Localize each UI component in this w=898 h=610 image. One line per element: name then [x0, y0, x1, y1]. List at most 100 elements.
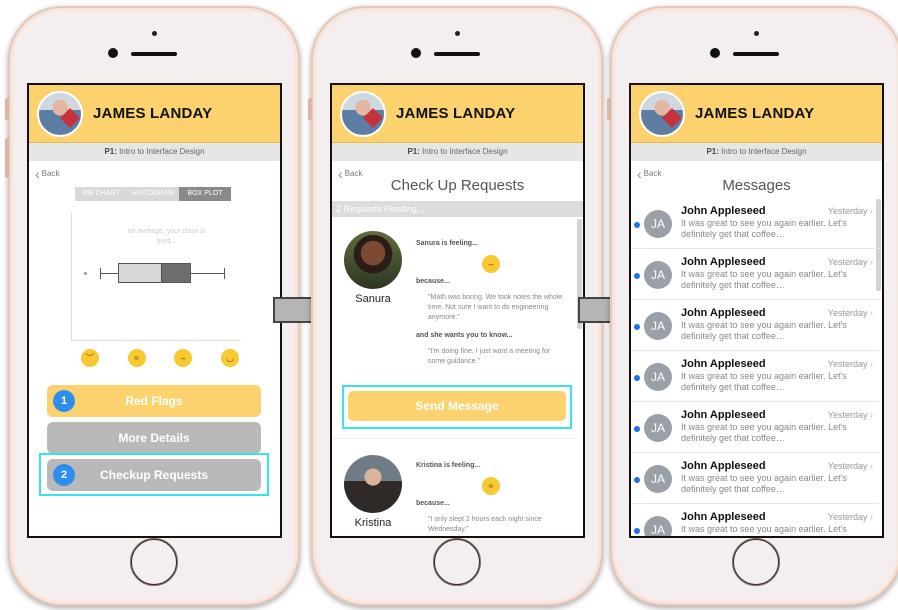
mute-switch: [607, 98, 611, 120]
unread-dot-icon: [634, 426, 640, 432]
phone-frame-1: JAMES LANDAY P1: Intro to Interface Desi…: [5, 6, 300, 606]
mood-emoji: ≈: [416, 477, 566, 495]
speaker: [733, 52, 779, 56]
avatar[interactable]: [340, 90, 386, 137]
page-title: Check Up Requests: [390, 177, 525, 194]
course-name: Intro to Interface Design: [119, 147, 205, 156]
contact-avatar: JA: [644, 312, 672, 340]
unread-dot-icon: [634, 222, 640, 228]
tired-face-icon: ≈: [127, 349, 146, 367]
user-name: JAMES LANDAY: [93, 105, 213, 122]
box-lower-quartile: [118, 263, 162, 283]
back-button[interactable]: ‹ Back: [35, 165, 60, 182]
course-prefix: P1:: [104, 147, 117, 156]
home-button[interactable]: [732, 538, 780, 586]
mute-switch: [308, 98, 312, 120]
avatar[interactable]: [37, 90, 83, 137]
contact-name: John Appleseed: [681, 409, 766, 421]
storyboard: JAMES LANDAY P1: Intro to Interface Desi…: [0, 0, 898, 610]
user-name: JAMES LANDAY: [396, 105, 516, 122]
message-row[interactable]: JA John Appleseed Yesterday › It was great …: [631, 250, 879, 300]
contact-name: John Appleseed: [681, 307, 766, 319]
time-label: Yesterday: [827, 410, 868, 420]
message-preview: It was great to see you again earlier. L…: [681, 524, 847, 534]
message-row[interactable]: JA John Appleseed Yesterday › It was great …: [631, 301, 879, 351]
message-time: Yesterday ›: [828, 308, 873, 318]
feeling-label: Kristina is feeling...: [416, 462, 481, 469]
course-name: Intro to Interface Design: [721, 147, 807, 156]
screen-dashboard: JAMES LANDAY P1: Intro to Interface Desi…: [27, 83, 282, 538]
message-preview: It was great to see you again earlier. L…: [681, 320, 847, 341]
message-preview: It was great to see you again earlier. L…: [681, 371, 847, 392]
avatar[interactable]: [639, 90, 685, 137]
more-details-button[interactable]: More Details: [47, 422, 261, 454]
dashboard-body: ‹ Back PIE CHART HISTOGRAM BOX PLOT on av…: [29, 161, 280, 536]
front-camera: [411, 48, 421, 58]
course-bar: P1: Intro to Interface Design: [29, 143, 280, 161]
front-camera: [710, 48, 720, 58]
chevron-right-icon: ›: [870, 206, 873, 216]
unread-dot-icon: [634, 528, 640, 534]
user-name: JAMES LANDAY: [695, 105, 815, 122]
contact-avatar: JA: [644, 210, 672, 238]
message-preview: It was great to see you again earlier. L…: [681, 269, 847, 290]
front-camera: [108, 48, 118, 58]
red-flags-button[interactable]: 1 Red Flags: [47, 385, 261, 417]
message-row[interactable]: JA John Appleseed Yesterday › It was great …: [631, 403, 879, 453]
tab-pie-chart[interactable]: PIE CHART: [75, 187, 127, 201]
because-label: because...: [416, 278, 450, 285]
whisker-max: [224, 268, 225, 279]
home-button[interactable]: [130, 538, 178, 586]
volume-up-button: [5, 138, 9, 178]
pending-banner: 2 Requests Pending...: [332, 201, 583, 217]
request-card: Sanura Sanura is feeling... – because...…: [332, 219, 577, 439]
message-preview: It was great to see you again earlier. L…: [681, 422, 847, 443]
back-label: Back: [41, 169, 60, 178]
mood-emoji: –: [416, 255, 566, 273]
chevron-right-icon: ›: [870, 512, 873, 522]
more-details-label: More Details: [118, 431, 190, 445]
course-name: Intro to Interface Design: [422, 147, 508, 156]
time-label: Yesterday: [827, 461, 868, 471]
time-label: Yesterday: [827, 512, 868, 522]
chevron-left-icon: ‹: [35, 165, 40, 182]
sad-face-icon: ︶: [81, 349, 99, 367]
message-row[interactable]: JA John Appleseed Yesterday › It was great …: [631, 454, 879, 504]
contact-avatar: JA: [644, 414, 672, 442]
app-header: JAMES LANDAY: [29, 85, 280, 143]
tab-box-plot[interactable]: BOX PLOT: [179, 187, 231, 201]
phone-frame-3: JAMES LANDAY P1: Intro to Interface Desi…: [607, 6, 898, 606]
contact-avatar: JA: [644, 465, 672, 493]
sensor: [152, 31, 157, 36]
chevron-right-icon: ›: [870, 410, 873, 420]
course-bar: P1: Intro to Interface Design: [332, 143, 583, 161]
message-row[interactable]: JA John Appleseed Yesterday › It was great …: [631, 505, 879, 536]
time-label: Yesterday: [827, 308, 868, 318]
message-row[interactable]: JA John Appleseed Yesterday › It was great …: [631, 352, 879, 402]
chevron-right-icon: ›: [870, 461, 873, 471]
course-prefix: P1:: [706, 147, 719, 156]
messages-body: ‹ Back Messages JA John Appleseed Yesterday…: [631, 161, 882, 536]
message-time: Yesterday ›: [828, 410, 873, 420]
tab-histogram[interactable]: HISTOGRAM: [127, 187, 179, 201]
step-badge-1: 1: [53, 390, 75, 412]
student-name: Sanura: [355, 293, 391, 305]
unread-dot-icon: [634, 273, 640, 279]
contact-name: John Appleseed: [681, 460, 766, 472]
contact-avatar: JA: [644, 261, 672, 289]
chevron-right-icon: ›: [870, 359, 873, 369]
box-upper-quartile: [161, 263, 191, 283]
contact-name: John Appleseed: [681, 358, 766, 370]
message-row[interactable]: JA John Appleseed Yesterday › It was great …: [631, 199, 879, 249]
box-plot: on average, your class is tired...: [71, 213, 241, 341]
page-title: Messages: [722, 177, 791, 194]
unread-dot-icon: [634, 324, 640, 330]
time-label: Yesterday: [827, 359, 868, 369]
message-time: Yesterday ›: [828, 206, 873, 216]
because-label: because...: [416, 500, 450, 507]
home-button[interactable]: [433, 538, 481, 586]
app-header: JAMES LANDAY: [332, 85, 583, 143]
emoji-scale: ︶ ≈ – ◡: [81, 349, 239, 367]
app-header: JAMES LANDAY: [631, 85, 882, 143]
chevron-right-icon: ›: [870, 257, 873, 267]
